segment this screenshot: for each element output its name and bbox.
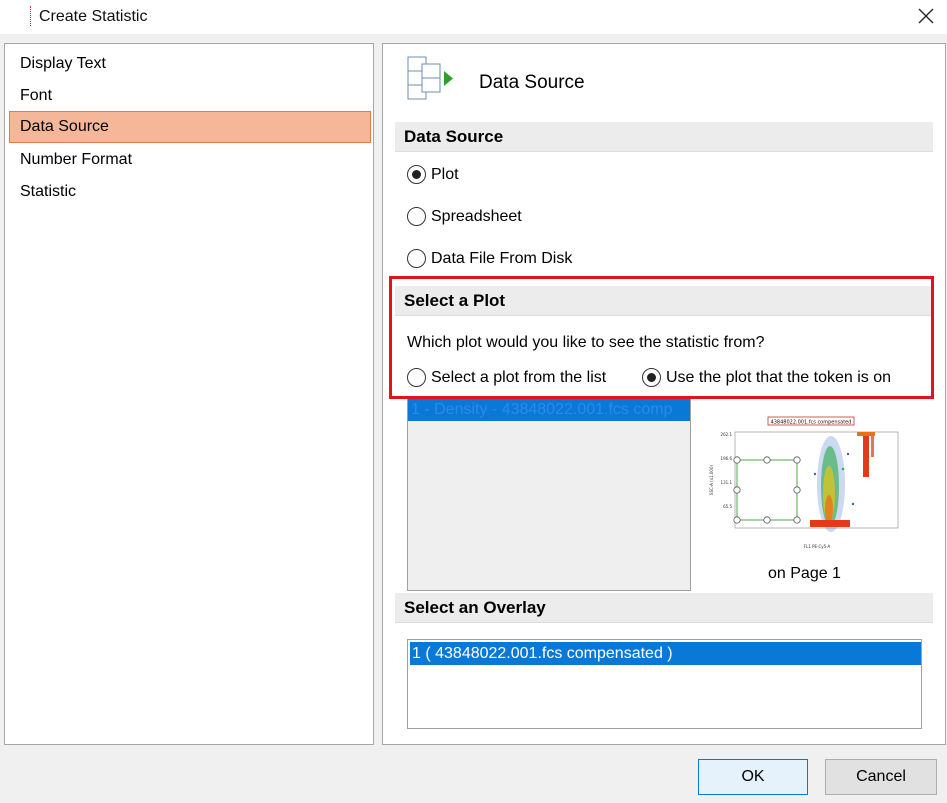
cancel-button[interactable]: Cancel bbox=[825, 759, 937, 795]
window-title: Create Statistic bbox=[39, 8, 148, 25]
preview-y-tick: 65.5 bbox=[723, 504, 732, 509]
nav-item-display-text[interactable]: Display Text bbox=[9, 48, 371, 80]
radio-data-file-from-disk[interactable]: Data File From Disk bbox=[407, 249, 572, 268]
radio-button[interactable] bbox=[407, 368, 426, 387]
plot-list[interactable]: 1 - Density - 43848022.001.fcs comp bbox=[407, 398, 691, 591]
nav-item-statistic[interactable]: Statistic bbox=[9, 176, 371, 208]
nav-item-number-format[interactable]: Number Format bbox=[9, 144, 371, 176]
data-source-icon bbox=[407, 56, 453, 100]
radio-select-from-list[interactable]: Select a plot from the list bbox=[407, 368, 606, 387]
preview-x-axis-label: FL1 PE-Cy5-A bbox=[804, 544, 831, 549]
preview-y-tick: 196.6 bbox=[721, 456, 733, 461]
radio-use-token-plot[interactable]: Use the plot that the token is on bbox=[642, 368, 891, 387]
preview-y-axis-label: SSC-A (x1,000) bbox=[709, 464, 714, 495]
radio-button[interactable] bbox=[407, 207, 426, 226]
category-list: Display Text Font Data Source Number For… bbox=[4, 43, 374, 745]
radio-label: Data File From Disk bbox=[431, 249, 573, 267]
overlay-list[interactable]: 1 ( 43848022.001.fcs compensated ) bbox=[407, 639, 922, 729]
preview-title: 43848022.001.fcs compensated bbox=[771, 420, 852, 426]
preview-y-tick: 131.1 bbox=[721, 480, 733, 485]
radio-label: Spreadsheet bbox=[431, 207, 522, 225]
radio-label: Use the plot that the token is on bbox=[666, 368, 892, 386]
title-bar: Create Statistic bbox=[0, 0, 947, 34]
radio-plot[interactable]: Plot bbox=[407, 165, 459, 184]
radio-spreadsheet[interactable]: Spreadsheet bbox=[407, 207, 522, 226]
nav-item-font[interactable]: Font bbox=[9, 80, 371, 112]
close-button[interactable] bbox=[906, 0, 946, 32]
page-title: Data Source bbox=[479, 72, 585, 93]
settings-panel: Data Source Data Source Plot Spreadsheet… bbox=[382, 43, 946, 745]
radio-button[interactable] bbox=[407, 165, 426, 184]
overlay-list-item[interactable]: 1 ( 43848022.001.fcs compensated ) bbox=[410, 642, 921, 665]
plot-page-label: on Page 1 bbox=[768, 565, 841, 582]
radio-label: Plot bbox=[431, 165, 459, 183]
radio-button[interactable] bbox=[642, 368, 661, 387]
radio-button[interactable] bbox=[407, 249, 426, 268]
preview-y-tick: 262.1 bbox=[721, 432, 733, 437]
section-header-data-source: Data Source bbox=[395, 121, 933, 152]
section-header-select-overlay: Select an Overlay bbox=[395, 592, 933, 623]
plot-preview: 43848022.001.fcs compensated 262.1 196.6… bbox=[709, 416, 899, 549]
plot-list-item[interactable]: 1 - Density - 43848022.001.fcs comp bbox=[408, 399, 690, 421]
section-header-select-plot: Select a Plot bbox=[395, 285, 933, 316]
ok-button[interactable]: OK bbox=[698, 759, 808, 795]
radio-label: Select a plot from the list bbox=[431, 368, 607, 386]
app-icon bbox=[30, 6, 34, 26]
close-icon bbox=[918, 8, 934, 24]
nav-item-data-source[interactable]: Data Source bbox=[9, 111, 371, 143]
select-plot-question: Which plot would you like to see the sta… bbox=[407, 334, 765, 351]
